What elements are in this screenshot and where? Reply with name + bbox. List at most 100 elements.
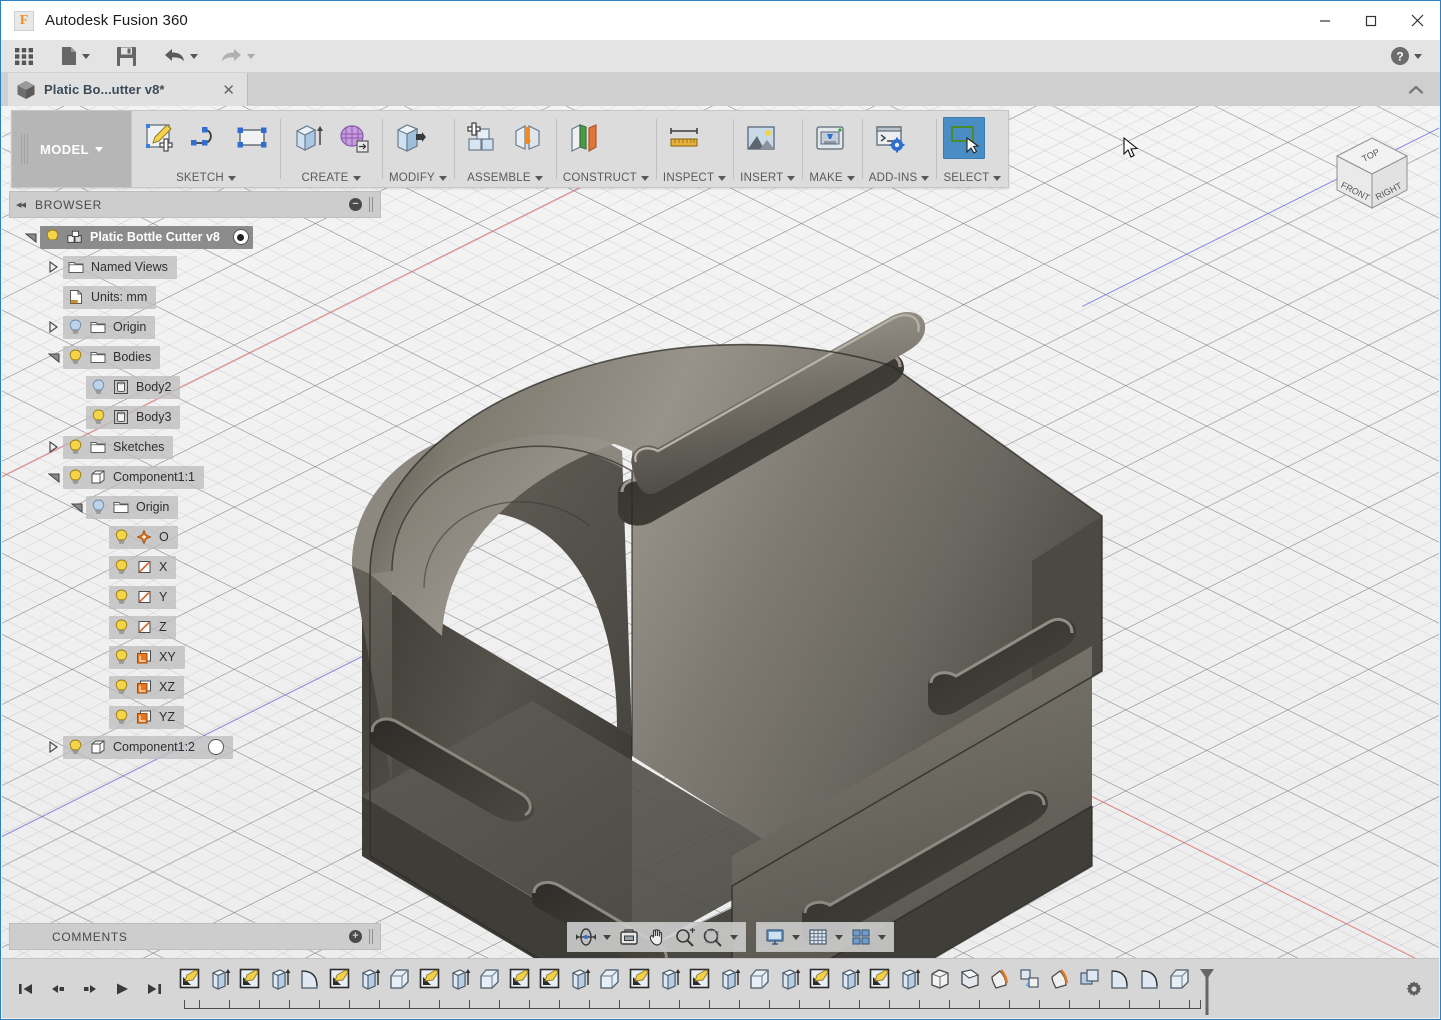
chevron-down-icon[interactable] <box>603 934 611 940</box>
origin-node[interactable]: Origin <box>63 315 156 339</box>
timeline-feature-sketch[interactable] <box>416 965 443 993</box>
timeline-feature-sketch[interactable] <box>536 965 563 993</box>
save-button[interactable] <box>110 40 143 73</box>
lightbulb-off-icon[interactable] <box>91 379 106 395</box>
zoom-button[interactable] <box>672 925 697 949</box>
tree-row[interactable]: Component1:1 <box>9 462 381 492</box>
bodies-node[interactable]: Bodies <box>63 345 161 369</box>
collapse-arrow-icon[interactable] <box>44 342 63 372</box>
activate-component-radio[interactable] <box>232 229 249 245</box>
tree-row[interactable]: Units: mm <box>9 282 381 312</box>
lightbulb-off-icon[interactable] <box>68 319 83 335</box>
tree-row[interactable]: XZ <box>9 672 381 702</box>
timeline-feature-fillet[interactable] <box>1106 965 1133 993</box>
timeline-feature-chamfer[interactable] <box>596 965 623 993</box>
tree-row[interactable]: Origin <box>9 492 381 522</box>
collapse-arrow-icon[interactable] <box>44 462 63 492</box>
expand-arrow-icon[interactable] <box>44 312 63 342</box>
expand-arrow-icon[interactable] <box>44 432 63 462</box>
tree-row[interactable]: Named Views <box>9 252 381 282</box>
tree-row[interactable]: XY <box>9 642 381 672</box>
lightbulb-on-icon[interactable] <box>114 649 129 665</box>
timeline-feature-body[interactable] <box>956 965 983 993</box>
chevron-down-icon[interactable] <box>534 175 543 181</box>
document-tab[interactable]: Platic Bo...utter v8* ✕ <box>8 73 248 106</box>
panel-modify-label[interactable]: MODIFY <box>389 170 447 184</box>
undo-button[interactable] <box>157 40 204 73</box>
rectangle-button[interactable] <box>231 117 273 159</box>
orbit-button[interactable] <box>573 925 598 949</box>
step-forward-button[interactable] <box>76 974 104 1004</box>
timeline-feature-chamfer[interactable] <box>1166 965 1193 993</box>
timeline-feature-sketch[interactable] <box>806 965 833 993</box>
panel-create-label[interactable]: CREATE <box>287 170 375 184</box>
tree-row[interactable]: X <box>9 552 381 582</box>
scripts-addins-button[interactable] <box>869 117 911 159</box>
new-component-button[interactable] <box>461 117 503 159</box>
timeline-feature-fillet[interactable] <box>1136 965 1163 993</box>
construct-plane-button[interactable] <box>563 117 605 159</box>
timeline-feature-chamfer[interactable] <box>746 965 773 993</box>
timeline-feature-extrude[interactable] <box>776 965 803 993</box>
plane-xz-node[interactable]: XZ <box>109 675 184 699</box>
tree-row[interactable]: Platic Bottle Cutter v8 <box>9 222 381 252</box>
panel-make-label[interactable]: MAKE <box>809 170 855 184</box>
body2-node[interactable]: Body2 <box>86 375 181 399</box>
lightbulb-on-icon[interactable] <box>68 349 83 365</box>
sketches-node[interactable]: Sketches <box>63 435 174 459</box>
timeline-feature-fillet[interactable] <box>296 965 323 993</box>
component1-2-node[interactable]: Component1:2 <box>63 735 234 759</box>
lightbulb-on-icon[interactable] <box>68 469 83 485</box>
timeline-feature-sketch[interactable] <box>626 965 653 993</box>
chevron-down-icon[interactable] <box>993 175 1002 181</box>
body3-node[interactable]: Body3 <box>86 405 181 429</box>
panel-select-label[interactable]: SELECT <box>943 170 1002 184</box>
axis-x-node[interactable]: X <box>109 555 177 579</box>
tree-row[interactable]: YZ <box>9 702 381 732</box>
lightbulb-on-icon[interactable] <box>114 559 129 575</box>
chevron-down-icon[interactable] <box>190 53 198 59</box>
timeline-settings-button[interactable] <box>1401 976 1427 1002</box>
tree-row[interactable]: Z <box>9 612 381 642</box>
workspace-switcher[interactable]: MODEL <box>12 111 132 187</box>
select-tool-button[interactable] <box>943 117 986 159</box>
lightbulb-on-icon[interactable] <box>114 679 129 695</box>
app-grid-button[interactable] <box>1 40 41 73</box>
jump-start-button[interactable] <box>12 974 40 1004</box>
step-back-button[interactable] <box>44 974 72 1004</box>
look-at-button[interactable] <box>616 925 641 949</box>
close-button[interactable] <box>1394 1 1440 40</box>
expand-arrow-icon[interactable] <box>44 252 63 282</box>
fit-button[interactable] <box>700 925 725 949</box>
press-pull-button[interactable] <box>389 117 431 159</box>
new-document-button[interactable] <box>55 40 96 73</box>
expand-arrow-icon[interactable] <box>44 732 63 762</box>
joint-button[interactable] <box>507 117 549 159</box>
origin-point-node[interactable]: O <box>109 525 178 549</box>
timeline-feature-sketch[interactable] <box>506 965 533 993</box>
timeline-feature-sketch[interactable] <box>176 965 203 993</box>
collapse-panel-icon[interactable]: − <box>349 198 362 211</box>
extrude-button[interactable] <box>287 117 329 159</box>
close-icon[interactable]: ✕ <box>218 81 239 99</box>
timeline-feature-extrude[interactable] <box>206 965 233 993</box>
minimize-button[interactable] <box>1302 1 1348 40</box>
create-form-button[interactable] <box>333 117 375 159</box>
chevron-down-icon[interactable] <box>921 175 930 181</box>
panel-assemble-label[interactable]: ASSEMBLE <box>461 170 549 184</box>
root-node[interactable]: Platic Bottle Cutter v8 <box>40 225 253 249</box>
component-origin-node[interactable]: Origin <box>86 495 179 519</box>
measure-button[interactable] <box>663 117 705 159</box>
lightbulb-on-icon[interactable] <box>68 439 83 455</box>
redo-button[interactable] <box>214 40 261 73</box>
collapse-arrow-icon[interactable] <box>67 492 86 522</box>
add-comment-icon[interactable]: + <box>349 930 362 943</box>
panel-insert-label[interactable]: INSERT <box>740 170 796 184</box>
tree-row[interactable]: O <box>9 522 381 552</box>
help-button[interactable]: ? <box>1384 40 1428 73</box>
timeline-feature-extrude[interactable] <box>656 965 683 993</box>
timeline-feature-extrude[interactable] <box>446 965 473 993</box>
spline-button[interactable] <box>185 117 227 159</box>
chevron-down-icon[interactable] <box>846 175 855 181</box>
chevron-down-icon[interactable] <box>1414 53 1422 59</box>
